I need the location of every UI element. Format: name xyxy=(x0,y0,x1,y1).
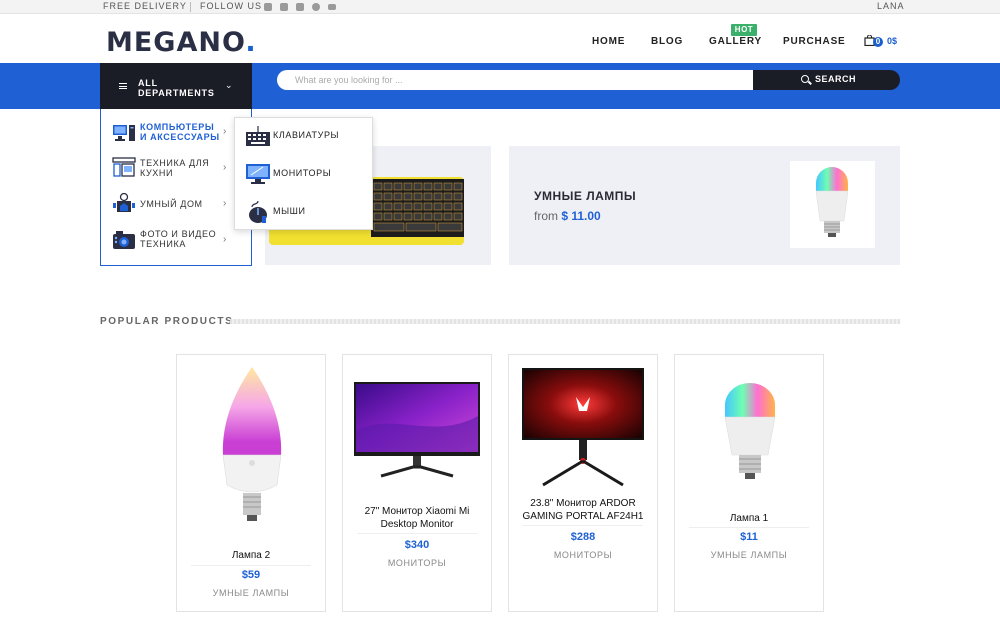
user-name[interactable]: LANA xyxy=(877,1,905,11)
smart-home-icon xyxy=(113,192,135,212)
product-name[interactable]: 27" Монитор Xiaomi Mi Desktop Monitor xyxy=(349,505,485,531)
nav-blog[interactable]: BLOG xyxy=(651,36,683,47)
chevron-right-icon: › xyxy=(223,234,227,245)
pinterest-icon[interactable] xyxy=(312,3,320,11)
logo-dot: . xyxy=(245,27,257,58)
cart-total: 0$ xyxy=(887,36,898,46)
product-card[interactable]: 23.8" Монитор ARDOR GAMING PORTAL AF24H1… xyxy=(508,354,658,612)
chevron-right-icon: › xyxy=(223,126,227,137)
product-divider xyxy=(523,525,643,526)
mouse-icon xyxy=(249,200,267,223)
facebook-icon[interactable] xyxy=(264,3,272,11)
product-category[interactable]: УМНЫЕ ЛАМПЫ xyxy=(177,588,325,598)
category-label: КОМПЬЮТЕРЫ xyxy=(140,122,215,132)
chevron-right-icon: › xyxy=(223,198,227,209)
top-bar: FREE DELIVERY FOLLOW US LANA xyxy=(0,0,1000,14)
product-image xyxy=(522,368,644,487)
all-departments-button[interactable]: ALL DEPARTMENTS ⌄ xyxy=(100,63,252,109)
product-image xyxy=(724,383,776,479)
submenu-label: МЫШИ xyxy=(273,206,306,216)
departments-line2: DEPARTMENTS xyxy=(138,88,215,98)
submenu-computers: КЛАВИАТУРЫ МОНИТОРЫ МЫШИ xyxy=(234,117,373,230)
banner-price: $ 11.00 xyxy=(561,209,601,223)
category-label: ТЕХНИКА ДЛЯ xyxy=(140,158,210,168)
category-item-photo-video[interactable]: ФОТО И ВИДЕО ТЕХНИКА › xyxy=(101,224,251,262)
all-departments-label: ALL DEPARTMENTS xyxy=(138,78,215,98)
category-item-kitchen[interactable]: ТЕХНИКА ДЛЯ КУХНИ › xyxy=(101,151,251,189)
submenu-item-mice[interactable]: МЫШИ xyxy=(235,194,372,230)
product-name[interactable]: Лампа 1 xyxy=(681,512,817,525)
submenu-item-keyboards[interactable]: КЛАВИАТУРЫ xyxy=(235,118,372,154)
product-image xyxy=(354,382,480,478)
menu-icon xyxy=(119,83,127,89)
top-divider xyxy=(190,2,191,12)
cart-count-badge: 0 xyxy=(873,37,883,47)
product-category[interactable]: МОНИТОРЫ xyxy=(509,550,657,560)
category-label: ФОТО И ВИДЕО xyxy=(140,229,217,239)
search-button-label: SEARCH xyxy=(815,74,857,84)
chevron-right-icon: › xyxy=(223,162,227,173)
logo-text: MEGANO xyxy=(106,27,246,58)
product-image xyxy=(222,367,282,521)
product-price: $288 xyxy=(570,531,596,543)
search-input[interactable] xyxy=(277,70,754,90)
computer-icon xyxy=(113,125,135,141)
category-label: ТЕХНИКА xyxy=(140,239,186,249)
nav-gallery[interactable]: GALLERY xyxy=(709,36,762,47)
search-icon xyxy=(801,75,809,83)
follow-us-text: FOLLOW US xyxy=(200,1,263,11)
departments-line1: ALL xyxy=(138,78,158,88)
banner-price-line: from $ 11.00 xyxy=(534,209,601,223)
smart-bulb-image xyxy=(790,161,875,248)
product-category[interactable]: МОНИТОРЫ xyxy=(343,558,491,568)
category-item-smart-home[interactable]: УМНЫЙ ДОМ › xyxy=(101,188,251,226)
category-label: КУХНИ xyxy=(140,168,174,178)
category-item-computers[interactable]: КОМПЬЮТЕРЫ И АКСЕССУАРЫ › xyxy=(101,114,251,152)
hot-badge: HOT xyxy=(731,24,757,36)
product-divider xyxy=(689,527,809,528)
chevron-down-icon: ⌄ xyxy=(225,80,233,90)
linkedin-icon[interactable] xyxy=(296,3,304,11)
nav-purchase[interactable]: PURCHASE xyxy=(783,36,846,47)
search-button[interactable]: SEARCH xyxy=(753,70,900,90)
category-label: И АКСЕССУАРЫ xyxy=(140,132,220,142)
twitter-icon[interactable] xyxy=(280,3,288,11)
product-divider xyxy=(357,533,477,534)
monitor-icon xyxy=(246,164,270,184)
logo[interactable]: MEGANO. xyxy=(106,27,257,58)
product-category[interactable]: УМНЫЕ ЛАМПЫ xyxy=(675,550,823,560)
product-card[interactable]: 27" Монитор Xiaomi Mi Desktop Monitor $3… xyxy=(342,354,492,612)
nav-home[interactable]: HOME xyxy=(592,36,625,47)
submenu-label: КЛАВИАТУРЫ xyxy=(273,130,340,140)
banner-title: УМНЫЕ ЛАМПЫ xyxy=(534,189,637,203)
category-menu: КОМПЬЮТЕРЫ И АКСЕССУАРЫ › ТЕХНИКА ДЛЯ КУ… xyxy=(100,109,252,266)
product-divider xyxy=(191,565,311,566)
kitchen-icon xyxy=(112,157,136,177)
category-label: УМНЫЙ ДОМ xyxy=(140,199,203,209)
camera-icon xyxy=(113,231,135,249)
product-card[interactable]: Лампа 1 $11 УМНЫЕ ЛАМПЫ xyxy=(674,354,824,612)
product-price: $340 xyxy=(404,539,430,551)
email-icon[interactable] xyxy=(328,4,336,10)
submenu-item-monitors[interactable]: МОНИТОРЫ xyxy=(235,156,372,192)
section-heading: POPULAR PRODUCTS xyxy=(100,316,234,327)
product-name[interactable]: 23.8" Монитор ARDOR GAMING PORTAL AF24H1 xyxy=(515,497,651,523)
banner-from: from xyxy=(534,209,558,223)
product-card[interactable]: Лампа 2 $59 УМНЫЕ ЛАМПЫ xyxy=(176,354,326,612)
submenu-label: МОНИТОРЫ xyxy=(273,168,332,178)
product-name[interactable]: Лампа 2 xyxy=(183,549,319,562)
product-price: $11 xyxy=(740,531,758,543)
heading-divider xyxy=(230,319,900,324)
keyboard-icon xyxy=(246,126,270,146)
free-delivery-text: FREE DELIVERY xyxy=(103,1,187,11)
product-price: $59 xyxy=(241,569,261,581)
